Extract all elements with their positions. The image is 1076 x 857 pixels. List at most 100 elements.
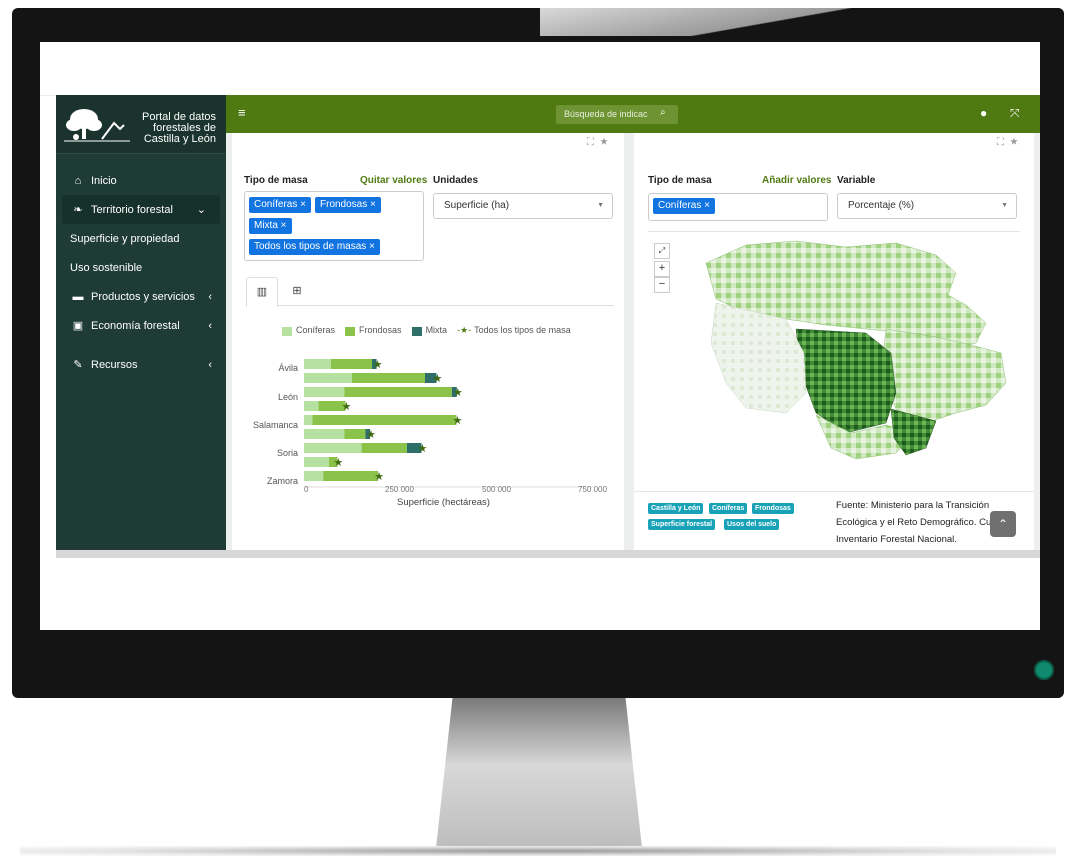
bar-frondosas-león[interactable] (344, 387, 452, 397)
search-icon[interactable]: ⌕ (660, 107, 666, 118)
legend-item-mixta[interactable]: Mixta (411, 325, 447, 336)
caret-down-icon: ▼ (597, 202, 604, 209)
tab-table[interactable]: ⊞ (282, 277, 312, 305)
bar-coníferas-zamora[interactable] (304, 471, 324, 481)
zoom-in-button[interactable]: + (654, 261, 670, 277)
bar-coníferas-ávila[interactable] (304, 359, 331, 369)
chevron-up-icon: ⌃ (997, 517, 1009, 531)
legend-item-coniferas[interactable]: Coníferas (282, 325, 336, 336)
marker-total-valladolid[interactable]: ★ (333, 456, 343, 469)
screen: Portal de datos forestales de Castilla y… (40, 42, 1040, 630)
sidebar-item-productos-servicios[interactable]: ▬ Productos y servicios ‹ (56, 282, 226, 311)
fit-bounds-icon[interactable]: ⤢ (654, 243, 670, 259)
tipo-masa-label: Tipo de masa (648, 175, 712, 186)
bar-coníferas-valladolid[interactable] (304, 457, 329, 467)
sidebar-item-uso-sostenible[interactable]: Uso sostenible (56, 253, 226, 282)
marker-total-palencia[interactable]: ★ (341, 400, 351, 413)
bar-coníferas-salamanca[interactable] (304, 415, 313, 425)
bar-coníferas-león[interactable] (304, 387, 345, 397)
y-tick-salamanca: Salamanca (252, 420, 298, 430)
scroll-top-button[interactable]: ⌃ (990, 511, 1016, 537)
star-icon[interactable]: ★ (600, 137, 614, 148)
brand-line3: Castilla y León (143, 133, 216, 145)
variable-select[interactable]: Porcentaje (%) ▼ (837, 193, 1017, 219)
bar-frondosas-ávila[interactable] (330, 359, 372, 369)
legend-item-frondosas[interactable]: Frondosas (345, 325, 402, 336)
tag-mixta[interactable]: Mixta × (249, 218, 292, 234)
marker-total-león[interactable]: ★ (453, 386, 463, 399)
monitor-gloss (540, 8, 1064, 36)
legend-item-todos[interactable]: -★- Todos los tipos de masa (457, 325, 571, 336)
bar-frondosas-salamanca[interactable] (312, 415, 457, 425)
x-tick: 500 000 (482, 485, 511, 494)
tipo-masa-select[interactable]: Coníferas × (648, 193, 828, 221)
zoom-out-button[interactable]: − (654, 277, 670, 293)
sidebar-item-label: Productos y servicios (91, 290, 195, 303)
tipo-masa-select[interactable]: Coníferas × Frondosas × Mixta × Todos lo… (244, 191, 424, 261)
bar-coníferas-soria[interactable] (304, 443, 362, 453)
marker-total-salamanca[interactable]: ★ (452, 414, 462, 427)
tag-todos[interactable]: Todos los tipos de masas × (249, 239, 380, 255)
map-panel: ⛶★ Tipo de masa Añadir valores Variable … (634, 133, 1034, 550)
expand-icon[interactable]: ⛶ (997, 137, 1010, 148)
unidades-value: Superficie (ha) (444, 200, 510, 211)
bar-chart: ★ ★ ★ ★ ★ ★ ★ ★ ★ (304, 358, 592, 488)
marker-total-soria[interactable]: ★ (418, 442, 428, 455)
table-icon: ⊞ (292, 285, 302, 297)
marker-total-burgos[interactable]: ★ (432, 372, 442, 385)
tag-coniferas[interactable]: Coníferas × (249, 197, 311, 213)
monitor-stand (436, 698, 642, 848)
marker-total-segovia[interactable]: ★ (366, 428, 376, 441)
menu-toggle-icon[interactable]: ≡ (238, 105, 246, 120)
tag-coniferas[interactable]: Coníferas × (653, 198, 715, 214)
anadir-valores-link[interactable]: Añadir valores (762, 175, 831, 186)
expand-icon[interactable]: ⛶ (587, 137, 600, 148)
badge-superficie-forestal[interactable]: Superficie forestal (648, 519, 716, 530)
bar-frondosas-zamora[interactable] (323, 471, 379, 481)
user-icon[interactable]: ● (980, 106, 987, 120)
map-region-center (795, 328, 897, 434)
archive-icon: ▬ (72, 290, 84, 303)
sidebar-item-territorio-forestal[interactable]: ❧ Territorio forestal ⌄ (62, 195, 220, 224)
sidebar-item-recursos[interactable]: ✎ Recursos ‹ (56, 350, 226, 379)
bar-coníferas-burgos[interactable] (304, 373, 352, 383)
sidebar-item-inicio[interactable]: ⌂ Inicio (56, 166, 226, 195)
bar-frondosas-soria[interactable] (361, 443, 407, 453)
variable-label: Variable (837, 175, 876, 186)
star-icon[interactable]: ★ (1010, 137, 1024, 148)
sidebar-item-label: Superficie y propiedad (70, 232, 180, 245)
bar-coníferas-segovia[interactable] (304, 429, 345, 439)
x-tick: 750 000 (578, 485, 607, 494)
brand[interactable]: Portal de datos forestales de Castilla y… (56, 95, 226, 154)
x-tick: 250 000 (385, 485, 414, 494)
badge-usos-suelo[interactable]: Usos del suelo (724, 519, 780, 530)
tab-chart[interactable]: ▥ (246, 277, 278, 307)
top-navbar: ≡ Búsqueda de indicac ⌕ ● ⤧ (226, 95, 1040, 133)
badge-frondosas[interactable]: Frondosas (752, 503, 794, 514)
chevron-left-icon: ‹ (208, 358, 212, 371)
bar-frondosas-burgos[interactable] (352, 373, 425, 383)
sidebar-item-economia-forestal[interactable]: ▣ Economía forestal ‹ (56, 311, 226, 340)
source-text: Fuente: Ministerio para la Transición Ec… (836, 500, 1008, 545)
legend-label: Coníferas (296, 325, 336, 336)
badge-castilla-leon[interactable]: Castilla y León (648, 503, 704, 514)
leaf-icon: ❧ (73, 204, 83, 216)
divider (634, 491, 1034, 492)
sidebar: Portal de datos forestales de Castilla y… (56, 95, 226, 550)
sidebar-item-label: Inicio (91, 174, 117, 187)
choropleth-map[interactable] (686, 233, 1016, 463)
home-icon: ⌂ (74, 174, 82, 187)
marker-total-ávila[interactable]: ★ (373, 358, 383, 371)
fullscreen-icon[interactable]: ⤧ (1010, 106, 1020, 121)
quitar-valores-link[interactable]: Quitar valores (360, 175, 427, 186)
bar-coníferas-palencia[interactable] (304, 401, 319, 411)
unidades-select[interactable]: Superficie (ha) ▼ (433, 193, 613, 219)
badge-coniferas[interactable]: Coníferas (709, 503, 748, 514)
chart-icon: ▥ (256, 286, 268, 298)
sidebar-item-superficie-propiedad[interactable]: Superficie y propiedad (56, 224, 226, 253)
bar-frondosas-segovia[interactable] (344, 429, 366, 439)
tag-frondosas[interactable]: Frondosas × (315, 197, 381, 213)
marker-total-zamora[interactable]: ★ (374, 470, 384, 483)
chart-legend: Coníferas Frondosas Mixta -★- Todos los t… (282, 325, 571, 336)
legend-label: Frondosas (359, 325, 402, 336)
